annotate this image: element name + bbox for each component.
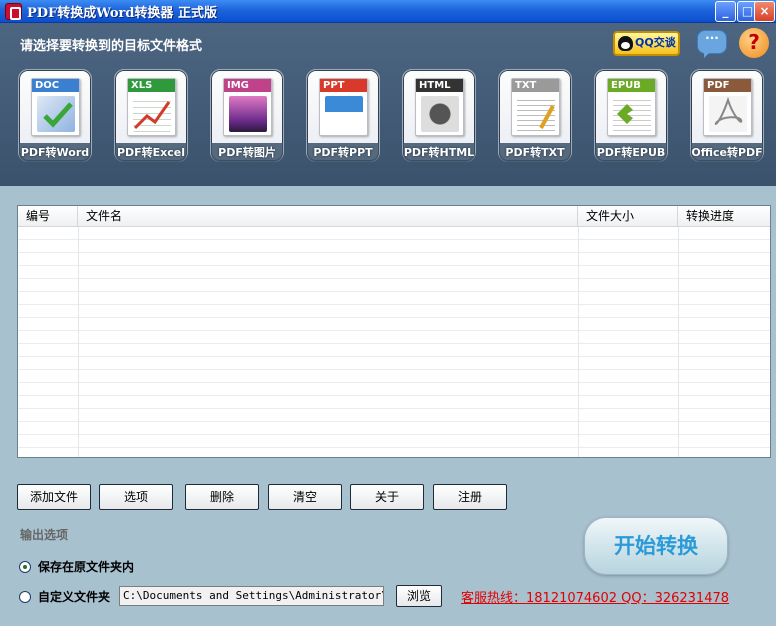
column-header-progress[interactable]: 转换进度 xyxy=(678,206,770,227)
column-header-filename[interactable]: 文件名 xyxy=(78,206,578,227)
format-badge: XLS xyxy=(128,79,175,92)
epub-logo-icon xyxy=(617,104,633,124)
landscape-image-icon xyxy=(229,96,267,132)
options-button[interactable]: 选项 xyxy=(99,484,173,510)
add-file-button[interactable]: 添加文件 xyxy=(17,484,91,510)
app-icon xyxy=(5,3,22,20)
format-label: Office转PDF xyxy=(691,143,763,162)
xls-file-icon: XLS xyxy=(127,78,176,136)
format-selection-label: 请选择要转换到的目标文件格式 xyxy=(20,39,203,54)
output-path-input[interactable]: C:\Documents and Settings\Administrator\… xyxy=(119,586,384,606)
format-label: PDF转PPT xyxy=(307,143,379,162)
file-list-table[interactable]: 编号 文件名 文件大小 转换进度 xyxy=(17,205,771,458)
format-card-pdf-to-word[interactable]: DOC PDF转Word xyxy=(18,69,92,162)
format-badge: EPUB xyxy=(608,79,655,92)
main-content: 编号 文件名 文件大小 转换进度 添加文件 选项 删除 清空 关于 注册 输出选… xyxy=(0,186,776,626)
column-header-number[interactable]: 编号 xyxy=(18,206,78,227)
format-label: PDF转图片 xyxy=(211,143,283,162)
format-card-pdf-to-txt[interactable]: TXT PDF转TXT xyxy=(498,69,572,162)
format-card-office-to-pdf[interactable]: PDF Office转PDF xyxy=(690,69,764,162)
delete-button[interactable]: 删除 xyxy=(185,484,259,510)
acrobat-icon xyxy=(714,96,743,125)
format-badge: IMG xyxy=(224,79,271,92)
save-original-radio[interactable] xyxy=(19,561,31,573)
img-file-icon: IMG xyxy=(223,78,272,136)
minimize-button[interactable]: _ xyxy=(715,1,736,22)
format-card-pdf-to-excel[interactable]: XLS PDF转Excel xyxy=(114,69,188,162)
txt-file-icon: TXT xyxy=(511,78,560,136)
format-label: PDF转TXT xyxy=(499,143,571,162)
check-icon xyxy=(43,102,73,128)
support-hotline-link[interactable]: 客服热线：18121074602 QQ：326231478 xyxy=(461,587,729,606)
output-options-label: 输出选项 xyxy=(20,528,69,542)
register-button[interactable]: 注册 xyxy=(433,484,507,510)
window-title: PDF转换成Word转换器 正式版 xyxy=(27,6,217,21)
start-conversion-button[interactable]: 开始转换 xyxy=(584,517,728,575)
title-bar[interactable]: PDF转换成Word转换器 正式版 _ □ × xyxy=(0,0,776,23)
custom-folder-label: 自定义文件夹 xyxy=(38,590,111,604)
close-button[interactable]: × xyxy=(754,1,775,22)
table-header: 编号 文件名 文件大小 转换进度 xyxy=(18,206,770,227)
trend-chart-icon xyxy=(133,101,171,130)
format-selection-panel: 请选择要转换到的目标文件格式 QQ交谈 ··· ? DOC PDF转Word X… xyxy=(0,23,776,186)
format-badge: TXT xyxy=(512,79,559,92)
column-header-filesize[interactable]: 文件大小 xyxy=(578,206,678,227)
format-card-pdf-to-image[interactable]: IMG PDF转图片 xyxy=(210,69,284,162)
format-card-pdf-to-ppt[interactable]: PPT PDF转PPT xyxy=(306,69,380,162)
qq-penguin-icon xyxy=(618,36,633,51)
format-badge: DOC xyxy=(32,79,79,92)
format-card-pdf-to-epub[interactable]: EPUB PDF转EPUB xyxy=(594,69,668,162)
table-body[interactable] xyxy=(18,227,770,457)
epub-file-icon: EPUB xyxy=(607,78,656,136)
qq-chat-label: QQ交谈 xyxy=(635,36,676,49)
qq-chat-button[interactable]: QQ交谈 xyxy=(613,31,680,56)
format-badge: HTML xyxy=(416,79,463,92)
save-original-label: 保存在原文件夹内 xyxy=(38,560,135,574)
format-label: PDF转EPUB xyxy=(595,143,667,162)
format-label: PDF转Excel xyxy=(115,143,187,162)
doc-file-icon: DOC xyxy=(31,78,80,136)
chat-bubble-icon[interactable]: ··· xyxy=(697,30,727,58)
format-label: PDF转HTML xyxy=(403,143,475,162)
format-badge: PDF xyxy=(704,79,751,92)
format-card-pdf-to-html[interactable]: HTML PDF转HTML xyxy=(402,69,476,162)
slide-icon xyxy=(325,96,363,132)
about-button[interactable]: 关于 xyxy=(350,484,424,510)
custom-folder-radio[interactable] xyxy=(19,591,31,603)
pdf-file-icon: PDF xyxy=(703,78,752,136)
browse-button[interactable]: 浏览 xyxy=(396,585,442,607)
html-file-icon: HTML xyxy=(415,78,464,136)
ppt-file-icon: PPT xyxy=(319,78,368,136)
format-label: PDF转Word xyxy=(19,143,91,162)
help-icon[interactable]: ? xyxy=(739,28,769,58)
globe-icon xyxy=(421,96,459,132)
format-badge: PPT xyxy=(320,79,367,92)
pencil-icon xyxy=(539,105,555,129)
clear-button[interactable]: 清空 xyxy=(268,484,342,510)
